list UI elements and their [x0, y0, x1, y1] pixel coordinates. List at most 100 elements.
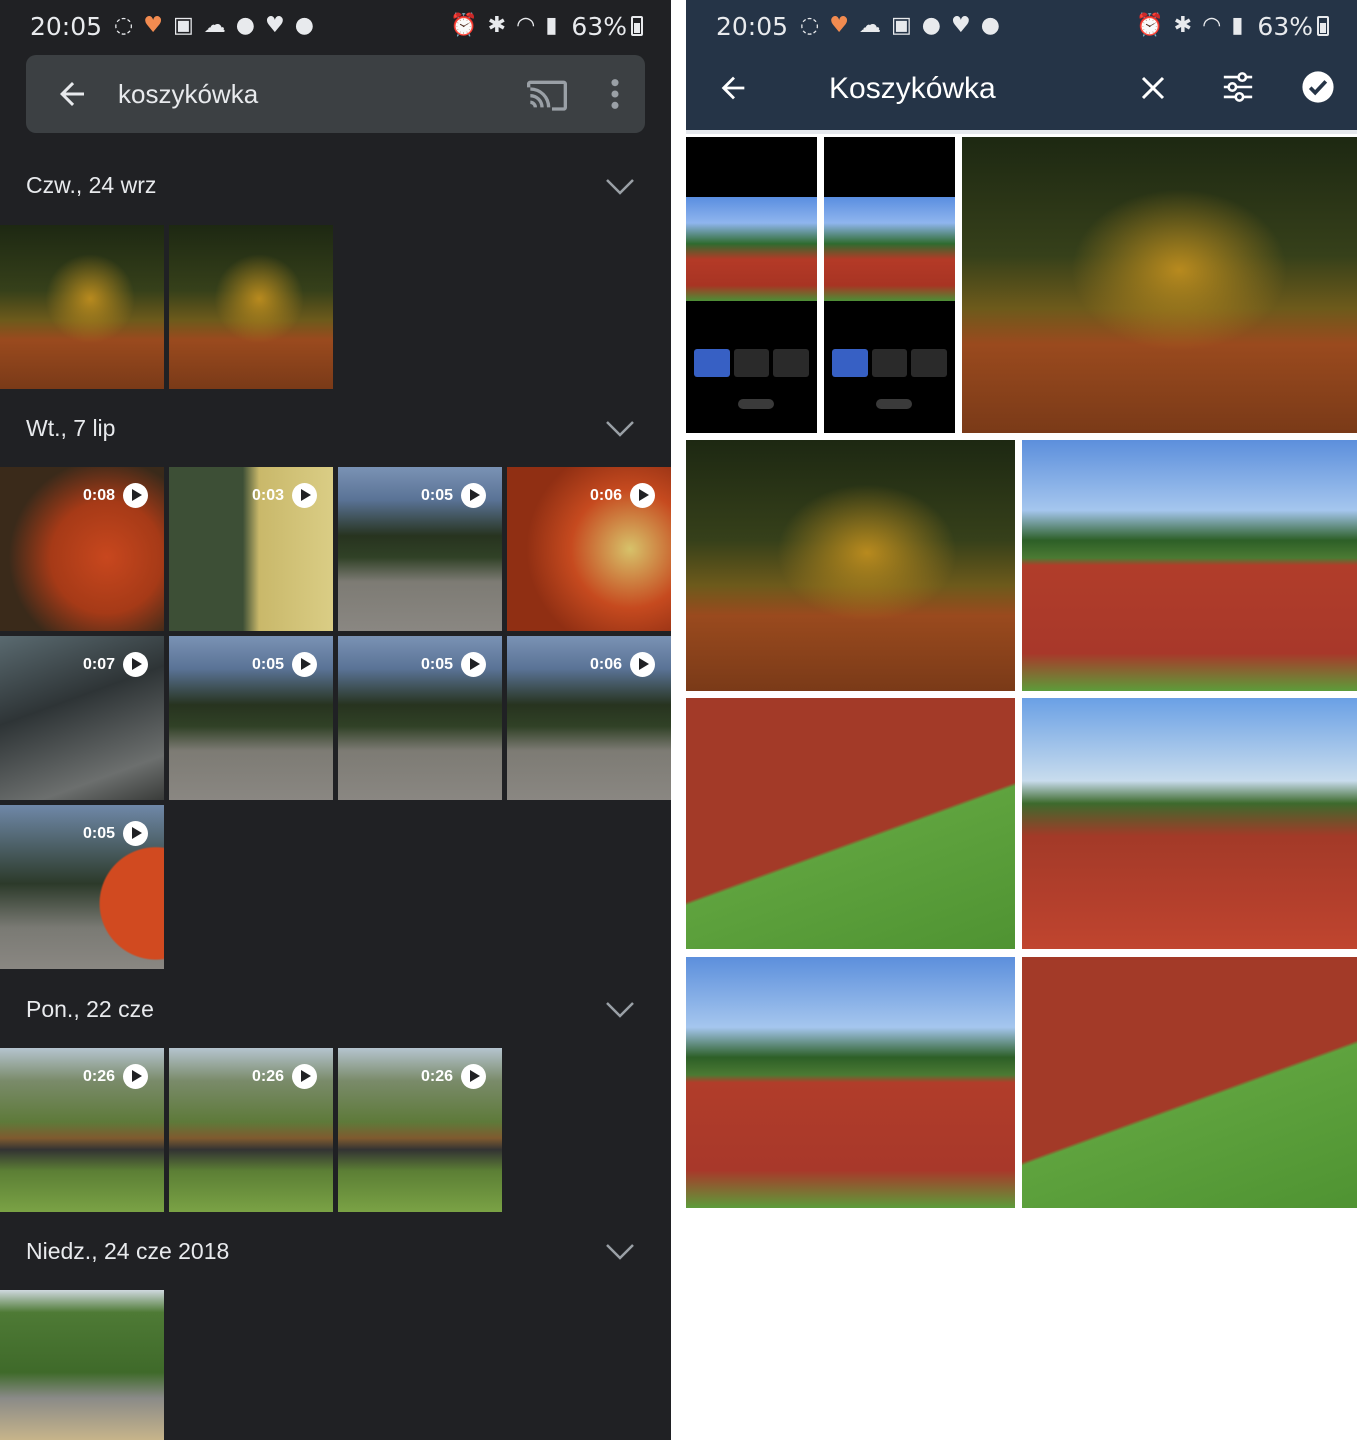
photo-thumbnail[interactable]: [1022, 698, 1357, 949]
photo-thumbnail[interactable]: [686, 957, 1015, 1208]
section-date-header: Pon., 22 cze: [26, 996, 154, 1022]
chat-bubble-icon: ●: [980, 13, 1000, 38]
video-duration: 0:05: [421, 652, 486, 677]
search-title[interactable]: Koszykówka: [829, 72, 996, 106]
bluetooth-icon: ✱: [1173, 13, 1193, 38]
chevron-down-icon[interactable]: [605, 1243, 635, 1261]
cast-icon[interactable]: [527, 77, 567, 111]
battery-percent: 63%: [1257, 11, 1313, 41]
gallery-icon: ▣: [890, 13, 912, 38]
photo-thumbnail[interactable]: [0, 1290, 164, 1440]
photo-thumbnail[interactable]: [686, 698, 1015, 949]
alarm-icon: ⏰: [450, 13, 478, 38]
video-thumbnail[interactable]: 0:05: [0, 805, 164, 969]
chat-icon: ●: [921, 13, 941, 38]
filter-sliders-icon[interactable]: [1221, 70, 1255, 104]
video-duration: 0:26: [83, 1064, 148, 1089]
alarm-icon: ⏰: [1136, 13, 1164, 38]
heart-icon: ♥: [264, 13, 285, 38]
video-duration: 0:06: [590, 483, 655, 508]
screenshot-thumbnail[interactable]: [686, 137, 817, 433]
section-date-header: Czw., 24 wrz: [26, 172, 157, 198]
photo-thumbnail[interactable]: [0, 225, 164, 389]
video-thumbnail[interactable]: 0:05: [338, 636, 502, 800]
video-thumbnail[interactable]: 0:06: [507, 636, 671, 800]
video-thumbnail[interactable]: 0:06: [507, 467, 671, 631]
play-icon: [123, 1064, 148, 1089]
signal-icon: ▮: [545, 13, 558, 38]
video-duration: 0:05: [83, 821, 148, 846]
play-icon: [123, 821, 148, 846]
video-thumbnail[interactable]: 0:03: [169, 467, 333, 631]
video-thumbnail[interactable]: 0:26: [169, 1048, 333, 1212]
status-time: 20:05: [30, 11, 103, 41]
video-duration: 0:08: [83, 483, 148, 508]
screenshot-comparison: 20:05 ◌ ♥ ▣ ☁ ● ♥ ● ⏰ ✱ ◠ ▮ 63% koszyków…: [0, 0, 1357, 1440]
play-icon: [630, 652, 655, 677]
section-date-header: Wt., 7 lip: [26, 415, 116, 441]
header-divider: [686, 130, 1357, 134]
photo-thumbnail[interactable]: [169, 225, 333, 389]
cloud-upload-icon: ☁: [203, 13, 226, 38]
video-thumbnail[interactable]: 0:05: [338, 467, 502, 631]
video-duration: 0:26: [421, 1064, 486, 1089]
video-duration: 0:03: [252, 483, 317, 508]
video-duration: 0:06: [590, 652, 655, 677]
messenger-icon: ◌: [114, 13, 134, 38]
gallery-icon: ▣: [172, 13, 194, 38]
play-icon: [292, 652, 317, 677]
toolbar: Koszykówka: [686, 52, 1357, 130]
battery-icon: [631, 16, 643, 36]
photo-thumbnail[interactable]: [1022, 957, 1357, 1208]
wifi-icon: ◠: [516, 13, 536, 38]
video-duration: 0:26: [252, 1064, 317, 1089]
confirm-check-icon[interactable]: [1301, 70, 1335, 104]
chevron-down-icon[interactable]: [605, 420, 635, 438]
search-query[interactable]: koszykówka: [118, 79, 527, 110]
left-panel-search-results: 20:05 ◌ ♥ ▣ ☁ ● ♥ ● ⏰ ✱ ◠ ▮ 63% koszyków…: [0, 0, 671, 1440]
photo-thumbnail[interactable]: [686, 440, 1015, 691]
back-arrow-icon[interactable]: [54, 76, 90, 112]
battery-percent: 63%: [571, 11, 627, 41]
video-thumbnail[interactable]: 0:07: [0, 636, 164, 800]
chat-bubble-icon: ●: [294, 13, 314, 38]
right-panel-gallery-search: 20:05 ◌ ♥ ☁ ▣ ● ♥ ● ⏰ ✱ ◠ ▮ 63% Koszyków…: [686, 0, 1357, 1440]
chevron-down-icon[interactable]: [605, 178, 635, 196]
battery-icon: [1317, 16, 1329, 36]
play-icon: [123, 652, 148, 677]
back-arrow-icon[interactable]: [716, 71, 750, 105]
bluetooth-icon: ✱: [487, 13, 507, 38]
video-thumbnail[interactable]: 0:05: [169, 636, 333, 800]
status-time: 20:05: [716, 11, 789, 41]
status-bar: 20:05 ◌ ♥ ▣ ☁ ● ♥ ● ⏰ ✱ ◠ ▮ 63%: [0, 0, 671, 52]
health-icon: ♥: [143, 13, 163, 38]
video-duration: 0:05: [252, 652, 317, 677]
play-icon: [461, 1064, 486, 1089]
play-icon: [461, 652, 486, 677]
video-thumbnail[interactable]: 0:26: [338, 1048, 502, 1212]
photo-thumbnail[interactable]: [1022, 440, 1357, 691]
messenger-icon: ◌: [800, 13, 820, 38]
play-icon: [630, 483, 655, 508]
cloud-upload-icon: ☁: [858, 13, 881, 38]
section-date-header: Niedz., 24 cze 2018: [26, 1238, 230, 1264]
video-duration: 0:05: [421, 483, 486, 508]
more-options-icon[interactable]: [609, 77, 621, 111]
play-icon: [292, 483, 317, 508]
play-icon: [123, 483, 148, 508]
search-bar[interactable]: koszykówka: [26, 55, 645, 133]
play-icon: [461, 483, 486, 508]
heart-icon: ♥: [950, 13, 971, 38]
close-icon[interactable]: [1138, 73, 1168, 103]
video-thumbnail[interactable]: 0:26: [0, 1048, 164, 1212]
wifi-icon: ◠: [1202, 13, 1222, 38]
header: 20:05 ◌ ♥ ☁ ▣ ● ♥ ● ⏰ ✱ ◠ ▮ 63% Koszyków…: [686, 0, 1357, 134]
screenshot-thumbnail[interactable]: [824, 137, 955, 433]
health-icon: ♥: [829, 13, 849, 38]
video-duration: 0:07: [83, 652, 148, 677]
chevron-down-icon[interactable]: [605, 1001, 635, 1019]
status-bar: 20:05 ◌ ♥ ☁ ▣ ● ♥ ● ⏰ ✱ ◠ ▮ 63%: [686, 0, 1357, 52]
play-icon: [292, 1064, 317, 1089]
photo-thumbnail[interactable]: [962, 137, 1357, 433]
video-thumbnail[interactable]: 0:08: [0, 467, 164, 631]
